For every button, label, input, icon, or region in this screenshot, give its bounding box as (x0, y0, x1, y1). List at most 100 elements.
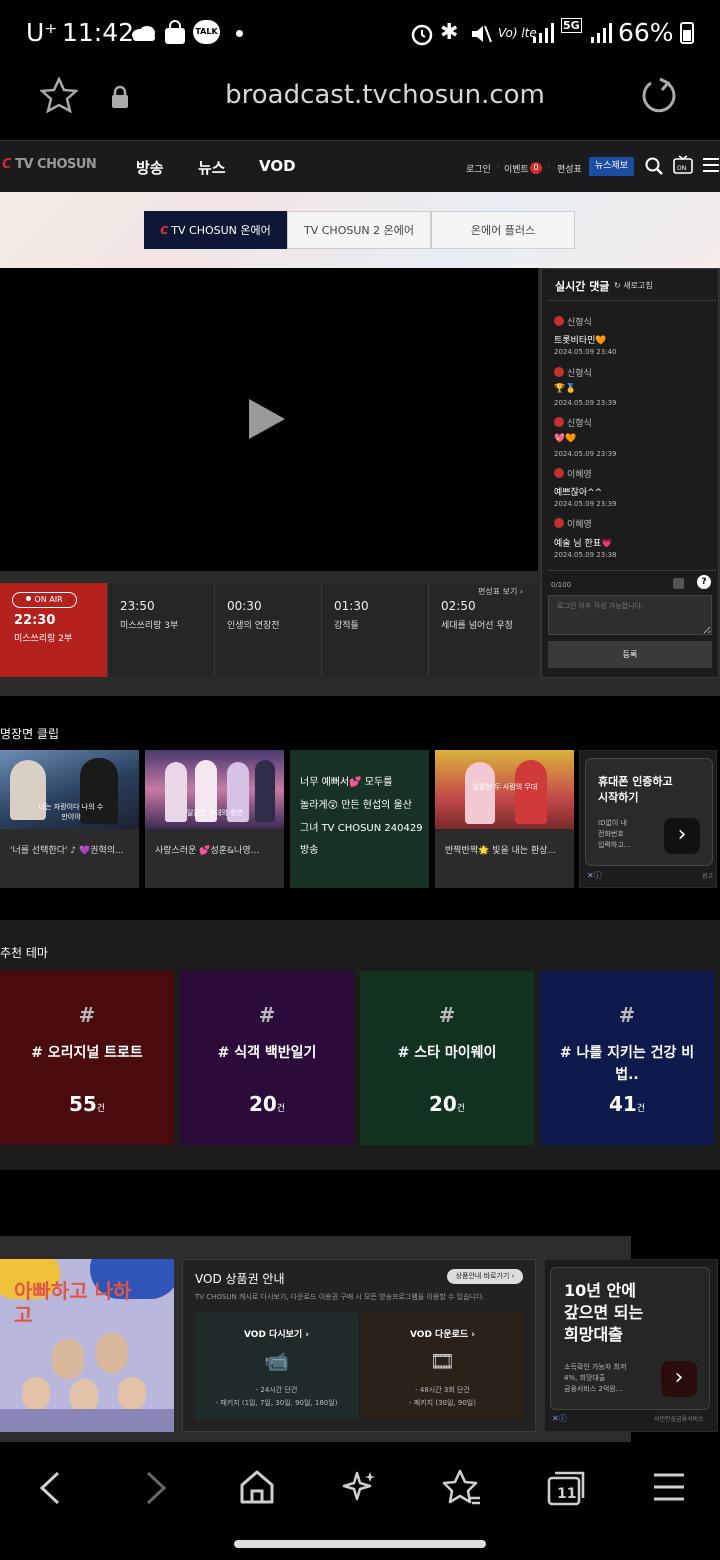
theme-card[interactable]: # # 나를 지키는 건강 비법.. 41건 (540, 971, 714, 1145)
banner-title: 아빠하고 나하고 (14, 1279, 132, 1327)
login-link[interactable]: 로그인 (466, 162, 491, 175)
schedule-item[interactable]: 02:50 세대를 넘어선 우정 (428, 583, 538, 677)
site-logo[interactable]: C TV CHOSUN (2, 157, 97, 172)
comment-text: 예쁘잖아^^ (554, 488, 603, 498)
nav-broadcast[interactable]: 방송 (136, 157, 164, 178)
hash-icon: # (438, 1003, 456, 1027)
home-icon[interactable] (238, 1469, 276, 1505)
chevron-right-icon: › (302, 1330, 310, 1340)
ad-choices-icon[interactable]: ✕ⓘ (587, 870, 602, 881)
comment-user: 신형식 (554, 416, 592, 429)
vod-product-link[interactable]: 상품안내 바로가기 › (447, 1269, 523, 1284)
person-face (70, 1379, 98, 1413)
comment-char-count: 0/100 (551, 581, 572, 589)
gesture-home-indicator[interactable] (234, 1540, 486, 1548)
vod-title: VOD 상품권 안내 (195, 1272, 285, 1286)
ad-arrow-button[interactable]: › (661, 1361, 697, 1397)
schedule-item[interactable]: 01:30 강적들 (321, 583, 428, 677)
divider (548, 570, 716, 571)
comment-input[interactable] (548, 595, 712, 635)
url-text[interactable]: broadcast.tvchosun.com (0, 80, 720, 110)
cloud-icon (132, 26, 155, 41)
camera-icon: 📹 (264, 1349, 289, 1373)
chevron-right-icon: › (509, 1272, 515, 1280)
clip-thumbnail: 발랄한 두 사람의 무대 (435, 750, 574, 829)
user-avatar-icon (554, 468, 564, 478)
comment-text: 🏆🥇 (554, 384, 577, 394)
refresh-button[interactable]: ↻ 새로고침 (614, 280, 653, 291)
event-link[interactable]: 이벤트 (504, 162, 529, 175)
comment-user: 이혜영 (554, 517, 592, 530)
ad-arrow-button[interactable]: › (664, 818, 700, 854)
tab-tvchosun-onair[interactable]: C TV CHOSUN 온에어 (144, 211, 287, 249)
search-icon[interactable] (645, 157, 663, 175)
user-avatar-icon (554, 316, 564, 326)
svg-text:ON: ON (677, 165, 686, 172)
comment-date: 2024.05.09 23:38 (554, 551, 617, 559)
back-icon[interactable] (36, 1470, 64, 1506)
schedule-item[interactable]: 23:50 미스쓰리랑 3부 (107, 583, 214, 677)
comment-date: 2024.05.09 23:39 (554, 450, 617, 458)
live-comments-title: 실시간 댓글 (555, 280, 610, 293)
ad-subtitle: ID없이 내 전화번호 입력하고... (598, 819, 631, 849)
clip-card[interactable]: 달콤한 무대의 향연 사랑스러운 💕성훈&나영... (145, 750, 284, 888)
theme-card[interactable]: # # 식객 백반일기 20건 (180, 971, 354, 1145)
shopping-bag-icon (165, 20, 185, 44)
help-icon[interactable]: ? (697, 575, 711, 589)
comment-submit-button[interactable]: 등록 (548, 641, 712, 668)
nav-news[interactable]: 뉴스 (198, 157, 226, 178)
user-avatar-icon (554, 367, 564, 377)
film-download-icon: 🎞 (429, 1349, 456, 1373)
schedule-view-link[interactable]: 편성표 보기 › (478, 586, 523, 597)
comment-text: 트롯비타민🧡 (554, 336, 607, 346)
person-figure (465, 762, 495, 824)
person-face (52, 1339, 84, 1379)
themes-title: 추천 테마 (0, 946, 48, 960)
program-banner[interactable]: 아빠하고 나하고 (0, 1259, 174, 1432)
svg-text:11: 11 (557, 1486, 576, 1502)
signal-icon (533, 23, 554, 43)
logo-mark-icon: C (2, 157, 16, 172)
notification-dot-icon (236, 30, 243, 37)
person-face (118, 1377, 146, 1411)
logo-mark-icon: C (160, 223, 169, 237)
battery-icon (680, 22, 694, 44)
event-count-badge: 0 (530, 162, 542, 174)
theme-card[interactable]: # # 스타 마이웨이 20건 (360, 971, 534, 1145)
clips-title: 명장면 클립 (0, 727, 60, 741)
menu-icon[interactable] (652, 1472, 686, 1502)
clip-card[interactable]: 발랄한 두 사람의 무대 반짝반짝🌟 빛을 내는 환상... (435, 750, 574, 888)
chevron-right-icon: › (517, 587, 524, 596)
news-report-button[interactable]: 뉴스제보 (589, 157, 634, 176)
user-avatar-icon (554, 518, 564, 528)
hash-icon: # (618, 1003, 636, 1027)
schedule-link[interactable]: 편성표 (557, 162, 582, 175)
divider (548, 300, 716, 301)
comment-text: 💖🧡 (554, 434, 577, 444)
person-face (96, 1333, 128, 1373)
theme-card[interactable]: # # 오리지널 트로트 55건 (0, 971, 174, 1145)
comment-date: 2024.05.09 23:39 (554, 500, 617, 508)
signal-icon-2 (591, 23, 612, 43)
chevron-right-icon: › (674, 1365, 684, 1390)
bookmarks-icon[interactable] (442, 1468, 482, 1506)
schedule-item[interactable]: 00:30 인생의 연장전 (214, 583, 321, 677)
tab-onair-plus[interactable]: 온에어 플러스 (431, 211, 575, 249)
ad-subtitle: 소득확인 가능자 최저 4%, 희망대출 금융서비스 2억원... (564, 1363, 627, 1393)
nav-vod[interactable]: VOD (259, 157, 296, 175)
onair-tv-icon[interactable]: ON (673, 155, 693, 175)
menu-icon[interactable] (702, 157, 720, 173)
chevron-right-icon: › (677, 822, 687, 847)
ai-sparkle-icon[interactable] (341, 1469, 377, 1505)
clip-card[interactable]: 너는 자랑이다 나의 수만이야 '너를 선택한다' ♪ 💜권혁의... (0, 750, 139, 888)
forward-icon[interactable] (142, 1470, 170, 1506)
clip-card-text[interactable]: 너무 예뻐서💕 모두를 놀라게😲 만든 현섭의 울산 그녀 TV CHOSUN … (290, 750, 429, 888)
vod-download-card[interactable]: VOD 다운로드 › 🎞 - 48시간 3회 단건 - 패키지 (30일, 90… (361, 1313, 524, 1419)
tab-tvchosun2-onair[interactable]: TV CHOSUN 2 온에어 (287, 211, 431, 249)
tabs-icon[interactable]: 11 (546, 1470, 586, 1506)
vod-replay-card[interactable]: VOD 다시보기 › 📹 - 24시간 단건 - 패키지 (1일, 7일, 30… (195, 1313, 358, 1419)
play-icon[interactable] (249, 399, 285, 439)
emoji-icon[interactable] (673, 578, 684, 589)
ad-choices-icon[interactable]: ✕ⓘ (552, 1413, 567, 1424)
person-figure (515, 760, 547, 824)
